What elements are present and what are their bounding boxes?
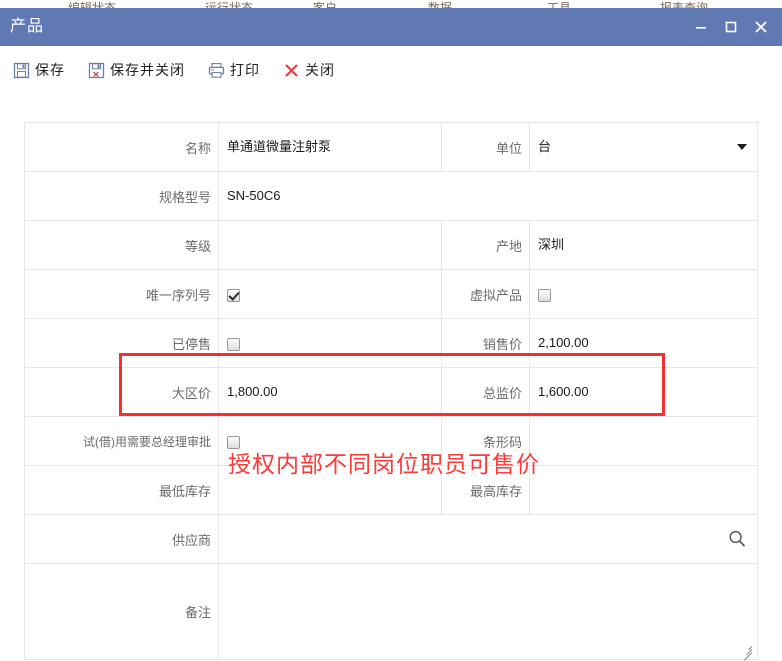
region-price-field[interactable]: 1,800.00 — [218, 367, 442, 417]
remark-label: 备注 — [24, 563, 219, 660]
trial-approval-field — [218, 416, 442, 466]
name-field[interactable]: 单通道微量注射泵 — [218, 122, 442, 172]
maximize-icon — [725, 21, 737, 33]
min-stock-label: 最低库存 — [24, 465, 219, 515]
name-label: 名称 — [24, 122, 219, 172]
unit-value: 台 — [538, 139, 552, 154]
save-and-close-icon — [87, 61, 105, 79]
save-icon — [12, 61, 30, 79]
print-button-label: 打印 — [230, 62, 260, 78]
bg-menu-item-1: 运行状态 — [205, 1, 254, 8]
minimize-icon — [696, 27, 706, 29]
sale-price-field[interactable]: 2,100.00 — [529, 318, 758, 368]
origin-label: 产地 — [441, 220, 530, 270]
save-and-close-button[interactable]: 保存并关闭 — [85, 59, 187, 81]
virtual-product-checkbox[interactable] — [538, 288, 551, 302]
grade-label: 等级 — [24, 220, 219, 270]
form-row-tier-prices: 大区价 1,800.00 总监价 1,600.00 — [24, 367, 758, 417]
max-stock-field[interactable] — [529, 465, 758, 515]
name-value: 单通道微量注射泵 — [227, 139, 332, 154]
director-price-value: 1,600.00 — [538, 384, 589, 399]
trial-approval-checkbox[interactable] — [227, 435, 240, 449]
unique-serial-checkbox[interactable] — [227, 288, 240, 302]
model-field[interactable]: SN-50C6 — [218, 171, 758, 221]
save-and-close-button-label: 保存并关闭 — [110, 62, 185, 78]
model-label: 规格型号 — [24, 171, 219, 221]
form-row-model: 规格型号 SN-50C6 — [24, 171, 758, 221]
form-row-trial-barcode: 试(借)用需要总经理审批 条形码 — [24, 416, 758, 466]
print-icon — [207, 61, 225, 79]
discontinued-field — [218, 318, 442, 368]
form-row-stock: 最低库存 最高库存 — [24, 465, 758, 515]
form-row-sale-price: 已停售 销售价 2,100.00 — [24, 318, 758, 368]
grade-field[interactable] — [218, 220, 442, 270]
sale-price-value: 2,100.00 — [538, 335, 589, 350]
virtual-product-field — [529, 269, 758, 319]
maximize-button[interactable] — [716, 12, 746, 42]
origin-value: 深圳 — [538, 237, 565, 252]
form-row-remark: 备注 — [24, 563, 758, 661]
form-row-grade: 等级 产地 深圳 — [24, 220, 758, 270]
save-button[interactable]: 保存 — [10, 59, 67, 81]
toolbar: 保存 保存并关闭 打印 关闭 — [0, 46, 782, 94]
close-toolbar-button[interactable]: 关闭 — [280, 59, 337, 81]
product-form: 名称 单通道微量注射泵 单位 台 规格型号 SN-50C6 等级 产地 深圳 唯… — [24, 122, 758, 661]
window-title: 产品 — [10, 18, 45, 35]
director-price-field[interactable]: 1,600.00 — [529, 367, 758, 417]
sale-price-label: 销售价 — [441, 318, 530, 368]
max-stock-label: 最高库存 — [441, 465, 530, 515]
bg-menu-item-0: 编辑状态 — [68, 1, 117, 8]
region-price-value: 1,800.00 — [227, 384, 278, 399]
unit-dropdown[interactable]: 台 — [529, 122, 758, 172]
chevron-down-icon[interactable] — [737, 144, 747, 150]
window-controls — [686, 8, 776, 46]
unique-serial-label: 唯一序列号 — [24, 269, 219, 319]
form-row-serial: 唯一序列号 虚拟产品 — [24, 269, 758, 319]
model-value: SN-50C6 — [227, 188, 281, 203]
close-x-icon — [282, 61, 300, 79]
supplier-field[interactable] — [218, 514, 758, 564]
trial-approval-label: 试(借)用需要总经理审批 — [24, 416, 219, 466]
unit-label: 单位 — [441, 122, 530, 172]
discontinued-label: 已停售 — [24, 318, 219, 368]
virtual-product-label: 虚拟产品 — [441, 269, 530, 319]
form-row-supplier: 供应商 — [24, 514, 758, 564]
barcode-field[interactable] — [529, 416, 758, 466]
barcode-label: 条形码 — [441, 416, 530, 466]
search-icon[interactable] — [727, 529, 747, 549]
window-title-bar: 产品 — [0, 8, 782, 46]
form-row-name: 名称 单通道微量注射泵 单位 台 — [24, 122, 758, 172]
minimize-button[interactable] — [686, 12, 716, 42]
region-price-label: 大区价 — [24, 367, 219, 417]
print-button[interactable]: 打印 — [205, 59, 262, 81]
bg-menu-item-4: 工具 — [547, 1, 572, 8]
discontinued-checkbox[interactable] — [227, 337, 240, 351]
background-menu-strip: 编辑状态 运行状态 客户 数据 工具 报表查询 — [0, 0, 782, 8]
supplier-label: 供应商 — [24, 514, 219, 564]
unique-serial-field — [218, 269, 442, 319]
remark-field[interactable] — [218, 563, 758, 661]
bg-menu-item-3: 数据 — [428, 1, 453, 8]
bg-menu-item-2: 客户 — [313, 1, 338, 8]
director-price-label: 总监价 — [441, 367, 530, 417]
bg-menu-item-5: 报表查询 — [660, 1, 709, 8]
close-toolbar-button-label: 关闭 — [305, 62, 335, 78]
close-button[interactable] — [746, 12, 776, 42]
min-stock-field[interactable] — [218, 465, 442, 515]
origin-field[interactable]: 深圳 — [529, 220, 758, 270]
save-button-label: 保存 — [35, 62, 65, 78]
close-icon — [755, 21, 767, 33]
resize-handle-icon[interactable] — [739, 642, 753, 661]
